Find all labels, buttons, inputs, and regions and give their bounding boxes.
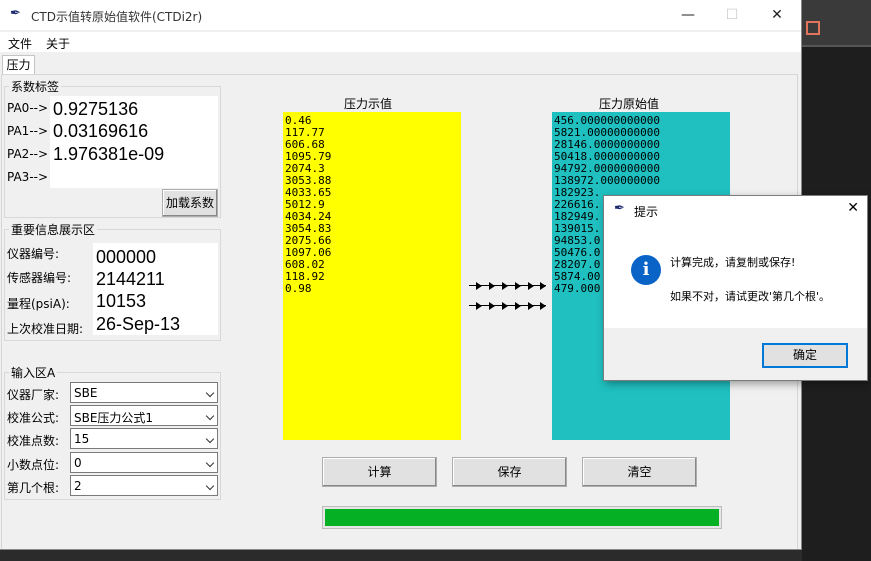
decimals-select[interactable]: 0 — [70, 452, 218, 473]
coefficients-legend: 系数标签 — [9, 78, 62, 95]
dialog-message-2: 如果不对，请试更改'第几个根'。 — [670, 290, 831, 303]
right-arrow-icon — [533, 281, 546, 291]
feather-icon: ✒ — [614, 201, 625, 216]
chevron-down-icon — [205, 481, 215, 491]
window-title: CTD示值转原始值软件(CTDi2r) — [31, 10, 203, 24]
right-arrow-icon — [495, 281, 508, 291]
tab-strip: 压力 — [0, 52, 801, 75]
feather-icon: ✒ — [10, 6, 21, 21]
dialog-close-button[interactable]: ✕ — [847, 200, 859, 216]
message-dialog: ✒ 提示 ✕ i 计算完成，请复制或保存! 如果不对，请试更改'第几个根'。 确… — [603, 195, 868, 381]
info-legend: 重要信息展示区 — [9, 221, 98, 238]
progress-bar — [322, 506, 722, 529]
right-arrow-icon — [495, 301, 508, 311]
title-bar[interactable]: ✒ CTD示值转原始值软件(CTDi2r) — ☐ ✕ — [0, 0, 801, 30]
info-icon: i — [631, 255, 661, 285]
pressure-raw-header: 压力原始值 — [599, 97, 660, 111]
chevron-down-icon — [205, 388, 215, 398]
point-count-label: 校准点数: — [7, 434, 60, 448]
tab-pressure[interactable]: 压力 — [2, 55, 35, 75]
input-legend: 输入区A — [9, 364, 58, 381]
chevron-down-icon — [205, 458, 215, 468]
progress-fill — [325, 509, 719, 526]
ok-button[interactable]: 确定 — [762, 343, 848, 368]
right-arrow-icon — [482, 301, 495, 311]
formula-label: 校准公式: — [7, 411, 60, 425]
calculate-button[interactable]: 计算 — [322, 457, 437, 487]
range-value: 10153 — [96, 291, 147, 311]
pa0-value[interactable]: 0.9275136 — [53, 98, 138, 120]
last-calibration-value: 26-Sep-13 — [96, 314, 181, 334]
value-line: 0.98 — [285, 282, 312, 295]
dialog-message-1: 计算完成，请复制或保存! — [670, 256, 796, 269]
background-divider — [802, 45, 871, 47]
instrument-id-value: 000000 — [96, 247, 157, 267]
right-arrow-icon — [508, 281, 521, 291]
right-arrow-icon — [482, 281, 495, 291]
menu-file[interactable]: 文件 — [8, 35, 32, 52]
pa2-value[interactable]: 1.976381e-09 — [53, 143, 164, 165]
manufacturer-select[interactable]: SBE — [70, 382, 218, 403]
menu-about[interactable]: 关于 — [46, 35, 70, 52]
arrow-row-upper — [469, 281, 546, 291]
right-arrow-icon — [533, 301, 546, 311]
arrow-row-lower — [469, 301, 546, 311]
minimize-button[interactable]: — — [673, 4, 703, 26]
chevron-down-icon — [205, 411, 215, 421]
formula-select[interactable]: SBE压力公式1 — [70, 405, 218, 426]
manufacturer-label: 仪器厂家: — [7, 388, 60, 402]
menu-bar: 文件 关于 — [0, 32, 801, 52]
instrument-id-label: 仪器编号: — [7, 247, 60, 261]
pressure-display-header: 压力示值 — [344, 97, 393, 111]
range-label: 量程(psiA): — [7, 297, 70, 311]
maximize-button[interactable]: ☐ — [717, 4, 747, 26]
root-index-label: 第几个根: — [7, 481, 60, 495]
pa3-label: PA3--> — [7, 170, 49, 184]
point-count-select[interactable]: 15 — [70, 428, 218, 449]
pressure-display-textbox[interactable]: 0.46 117.77 606.68 1095.79 2074.3 3053.88 4033… — [283, 112, 461, 440]
pa1-label: PA1--> — [7, 124, 49, 138]
pa0-label: PA0--> — [7, 101, 49, 115]
clear-button[interactable]: 清空 — [582, 457, 697, 487]
sensor-id-label: 传感器编号: — [7, 271, 72, 285]
close-button[interactable]: ✕ — [762, 4, 792, 26]
dialog-title: 提示 — [634, 205, 659, 219]
last-calibration-label: 上次校准日期: — [7, 322, 84, 336]
decimals-label: 小数点位: — [7, 458, 60, 472]
load-coefficients-button[interactable]: 加载系数 — [162, 189, 218, 217]
sensor-id-value: 2144211 — [96, 269, 165, 289]
pa1-value[interactable]: 0.03169616 — [53, 120, 148, 142]
root-index-select[interactable]: 2 — [70, 475, 218, 496]
pa2-label: PA2--> — [7, 147, 49, 161]
chevron-down-icon — [205, 434, 215, 444]
save-button[interactable]: 保存 — [452, 457, 567, 487]
right-arrow-icon — [508, 301, 521, 311]
right-arrow-icon — [469, 301, 482, 311]
right-arrow-icon — [469, 281, 482, 291]
stop-square-icon[interactable] — [806, 21, 820, 35]
